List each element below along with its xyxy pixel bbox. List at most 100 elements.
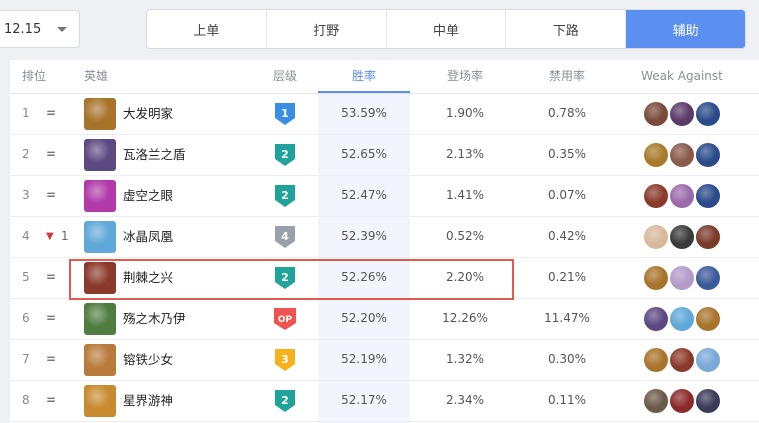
hero-avatar[interactable] (84, 98, 116, 130)
hero-name[interactable]: 殇之木乃伊 (123, 298, 186, 339)
role-tab[interactable]: 下路 (506, 10, 627, 48)
hero-name[interactable]: 瓦洛兰之盾 (123, 134, 186, 175)
trend-equal-icon: = (46, 188, 57, 202)
tier-badge: 2 (275, 185, 295, 207)
header-win-rate[interactable]: 胜率 (318, 60, 410, 93)
weak-against-avatar[interactable] (670, 307, 694, 331)
header-rank[interactable]: 排位 (22, 60, 46, 93)
pick-rate: 2.20% (445, 270, 485, 284)
weak-against-avatar[interactable] (644, 348, 668, 372)
win-rate: 52.26% (341, 270, 387, 284)
table-row[interactable]: 1 = 大发明家 1 53.59% 1.90% 0.78% (10, 93, 759, 135)
weak-against-avatar[interactable] (644, 225, 668, 249)
header-tier[interactable]: 层级 (273, 60, 297, 93)
tier-badge: OP (274, 308, 296, 330)
pick-rate: 2.13% (445, 147, 485, 161)
tier-label: 4 (281, 230, 289, 243)
pick-rate: 12.26% (442, 311, 488, 325)
hero-name[interactable]: 虚空之眼 (123, 175, 173, 216)
header-pick-rate[interactable]: 登场率 (410, 60, 520, 93)
role-tab[interactable]: 辅助 (626, 10, 745, 48)
weak-against-avatar[interactable] (670, 143, 694, 167)
weak-against-avatar[interactable] (670, 348, 694, 372)
trend-equal-icon: = (46, 352, 57, 366)
tier-badge: 2 (275, 144, 295, 166)
weak-against-avatar[interactable] (670, 225, 694, 249)
pick-rate: 2.34% (445, 393, 485, 407)
weak-against-avatar[interactable] (670, 266, 694, 290)
weak-against-avatar[interactable] (696, 184, 720, 208)
role-tab[interactable]: 中单 (387, 10, 507, 48)
top-bar: 12.15 上单 打野 中单 下路 辅助 (0, 0, 759, 60)
weak-against-avatar[interactable] (670, 184, 694, 208)
role-tab[interactable]: 上单 (147, 10, 267, 48)
header-weak-against: Weak Against (641, 69, 723, 83)
table-row[interactable]: 2 = 瓦洛兰之盾 2 52.65% 2.13% 0.35% (10, 134, 759, 176)
trend-down-icon: ▼ (46, 231, 54, 242)
weak-against-avatar[interactable] (696, 143, 720, 167)
pick-rate: 1.32% (445, 352, 485, 366)
pick-rate: 1.90% (445, 106, 485, 120)
weak-against-avatar[interactable] (644, 389, 668, 413)
rank-number: 5 (22, 270, 30, 284)
win-rate: 52.20% (341, 311, 387, 325)
weak-against-avatar[interactable] (644, 307, 668, 331)
weak-against-avatar[interactable] (696, 102, 720, 126)
win-rate: 52.47% (341, 188, 387, 202)
hero-avatar[interactable] (84, 262, 116, 294)
hero-name[interactable]: 镕铁少女 (123, 339, 173, 380)
ban-rate: 0.42% (547, 229, 587, 243)
table-row[interactable]: 6 = 殇之木乃伊 OP 52.20% 12.26% 11.47% (10, 298, 759, 340)
tier-badge: 1 (275, 103, 295, 125)
weak-against-avatar[interactable] (644, 102, 668, 126)
tier-badge: 3 (275, 349, 295, 371)
weak-against-avatar[interactable] (696, 266, 720, 290)
hero-name[interactable]: 大发明家 (123, 93, 173, 134)
tier-badge: 2 (275, 390, 295, 412)
weak-against-avatar[interactable] (696, 348, 720, 372)
weak-against-avatar[interactable] (670, 102, 694, 126)
header-ban-rate[interactable]: 禁用率 (522, 60, 612, 93)
tier-label: OP (278, 315, 293, 325)
table-row[interactable]: 5 = 荆棘之兴 2 52.26% 2.20% 0.21% (10, 257, 759, 299)
table-row[interactable]: 7 = 镕铁少女 3 52.19% 1.32% 0.30% (10, 339, 759, 381)
hero-name[interactable]: 星界游神 (123, 380, 173, 421)
hero-name[interactable]: 荆棘之兴 (123, 257, 173, 298)
hero-name[interactable]: 冰晶凤凰 (123, 216, 173, 257)
rank-number: 2 (22, 147, 30, 161)
trend-equal-icon: = (46, 106, 57, 120)
hero-avatar[interactable] (84, 344, 116, 376)
tier-badge: 4 (275, 226, 295, 248)
header-hero: 英雄 (84, 69, 109, 83)
win-rate: 52.65% (341, 147, 387, 161)
weak-against-avatar[interactable] (644, 143, 668, 167)
role-tab[interactable]: 打野 (267, 10, 387, 48)
weak-against-avatar[interactable] (696, 225, 720, 249)
trend-equal-icon: = (46, 270, 57, 284)
hero-avatar[interactable] (84, 303, 116, 335)
trend-equal-icon: = (46, 147, 57, 161)
hero-avatar[interactable] (84, 221, 116, 253)
rank-number: 1 (22, 106, 30, 120)
weak-against-avatar[interactable] (670, 389, 694, 413)
chevron-down-icon (57, 27, 67, 32)
table-row[interactable]: 3 = 虚空之眼 2 52.47% 1.41% 0.07% (10, 175, 759, 217)
table-row[interactable]: 4 ▼ 1 冰晶凤凰 4 52.39% 0.52% 0.42% (10, 216, 759, 258)
weak-against-avatar[interactable] (696, 389, 720, 413)
tier-label: 2 (281, 148, 289, 161)
tier-label: 2 (281, 271, 289, 284)
weak-against-avatar[interactable] (644, 266, 668, 290)
table-row[interactable]: 8 = 星界游神 2 52.17% 2.34% 0.11% (10, 380, 759, 422)
hero-avatar[interactable] (84, 180, 116, 212)
hero-avatar[interactable] (84, 385, 116, 417)
win-rate: 52.17% (341, 393, 387, 407)
rank-number: 6 (22, 311, 30, 325)
tier-label: 2 (281, 394, 289, 407)
weak-against-avatar[interactable] (644, 184, 668, 208)
win-rate: 53.59% (341, 106, 387, 120)
hero-avatar[interactable] (84, 139, 116, 171)
trend-delta: 1 (61, 229, 69, 243)
weak-against-avatar[interactable] (696, 307, 720, 331)
version-select[interactable]: 12.15 (0, 10, 80, 48)
rank-number: 8 (22, 393, 30, 407)
